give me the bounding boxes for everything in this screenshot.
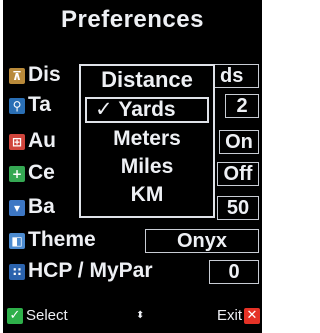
pref-value-ce[interactable]: Off [217, 162, 259, 186]
dropdown-title: Distance [101, 67, 193, 92]
pref-label-distance: Dis [28, 63, 61, 86]
option-miles[interactable]: Miles [85, 154, 209, 180]
pref-value-theme[interactable]: Onyx [145, 229, 259, 253]
theme-icon: ◧ [9, 233, 25, 249]
hcp-icon: ∷ [9, 264, 25, 280]
search-icon: ⚲ [9, 98, 25, 114]
plus-icon: + [9, 166, 25, 182]
battery-icon: ▾ [9, 200, 25, 216]
device-screen: Preferences ⊼ Dis ds ⚲ Ta 2 ⊞ Au On + Ce… [3, 0, 262, 333]
pref-label-hcp: HCP / MyPar [28, 259, 153, 282]
exit-label: Exit [217, 307, 243, 324]
pref-row-hcp[interactable]: ∷ HCP / MyPar 0 [3, 258, 262, 286]
pref-value-hcp[interactable]: 0 [209, 260, 259, 284]
option-label: Yards [118, 98, 176, 121]
exit-softkey[interactable]: Exit ✕ [217, 307, 261, 327]
option-meters[interactable]: Meters [85, 126, 209, 152]
up-down-icon: ⬍ [136, 310, 145, 321]
page-title: Preferences [61, 6, 204, 33]
pref-value-au[interactable]: On [219, 130, 259, 154]
pref-value-ta[interactable]: 2 [225, 94, 259, 118]
distance-dropdown[interactable]: Distance ✓ Yards Meters Miles KM [79, 64, 215, 218]
pref-value-ba[interactable]: 50 [217, 196, 259, 220]
check-icon: ✓ [7, 308, 23, 324]
pref-label-ba: Ba [28, 195, 55, 218]
softkey-bar: ✓ Select ⬍ Exit ✕ [3, 300, 262, 333]
close-icon: ✕ [244, 308, 260, 324]
option-km[interactable]: KM [85, 182, 209, 208]
pref-label-ce: Ce [28, 161, 55, 184]
select-label: Select [26, 307, 68, 324]
pref-row-theme[interactable]: ◧ Theme Onyx [3, 227, 262, 255]
distance-icon: ⊼ [9, 68, 25, 84]
checkmark-icon: ✓ [95, 98, 113, 121]
pref-label-theme: Theme [28, 228, 96, 251]
pref-label-ta: Ta [28, 93, 51, 116]
pref-label-au: Au [28, 129, 56, 152]
option-yards[interactable]: ✓ Yards [85, 97, 209, 123]
auto-icon: ⊞ [9, 134, 25, 150]
